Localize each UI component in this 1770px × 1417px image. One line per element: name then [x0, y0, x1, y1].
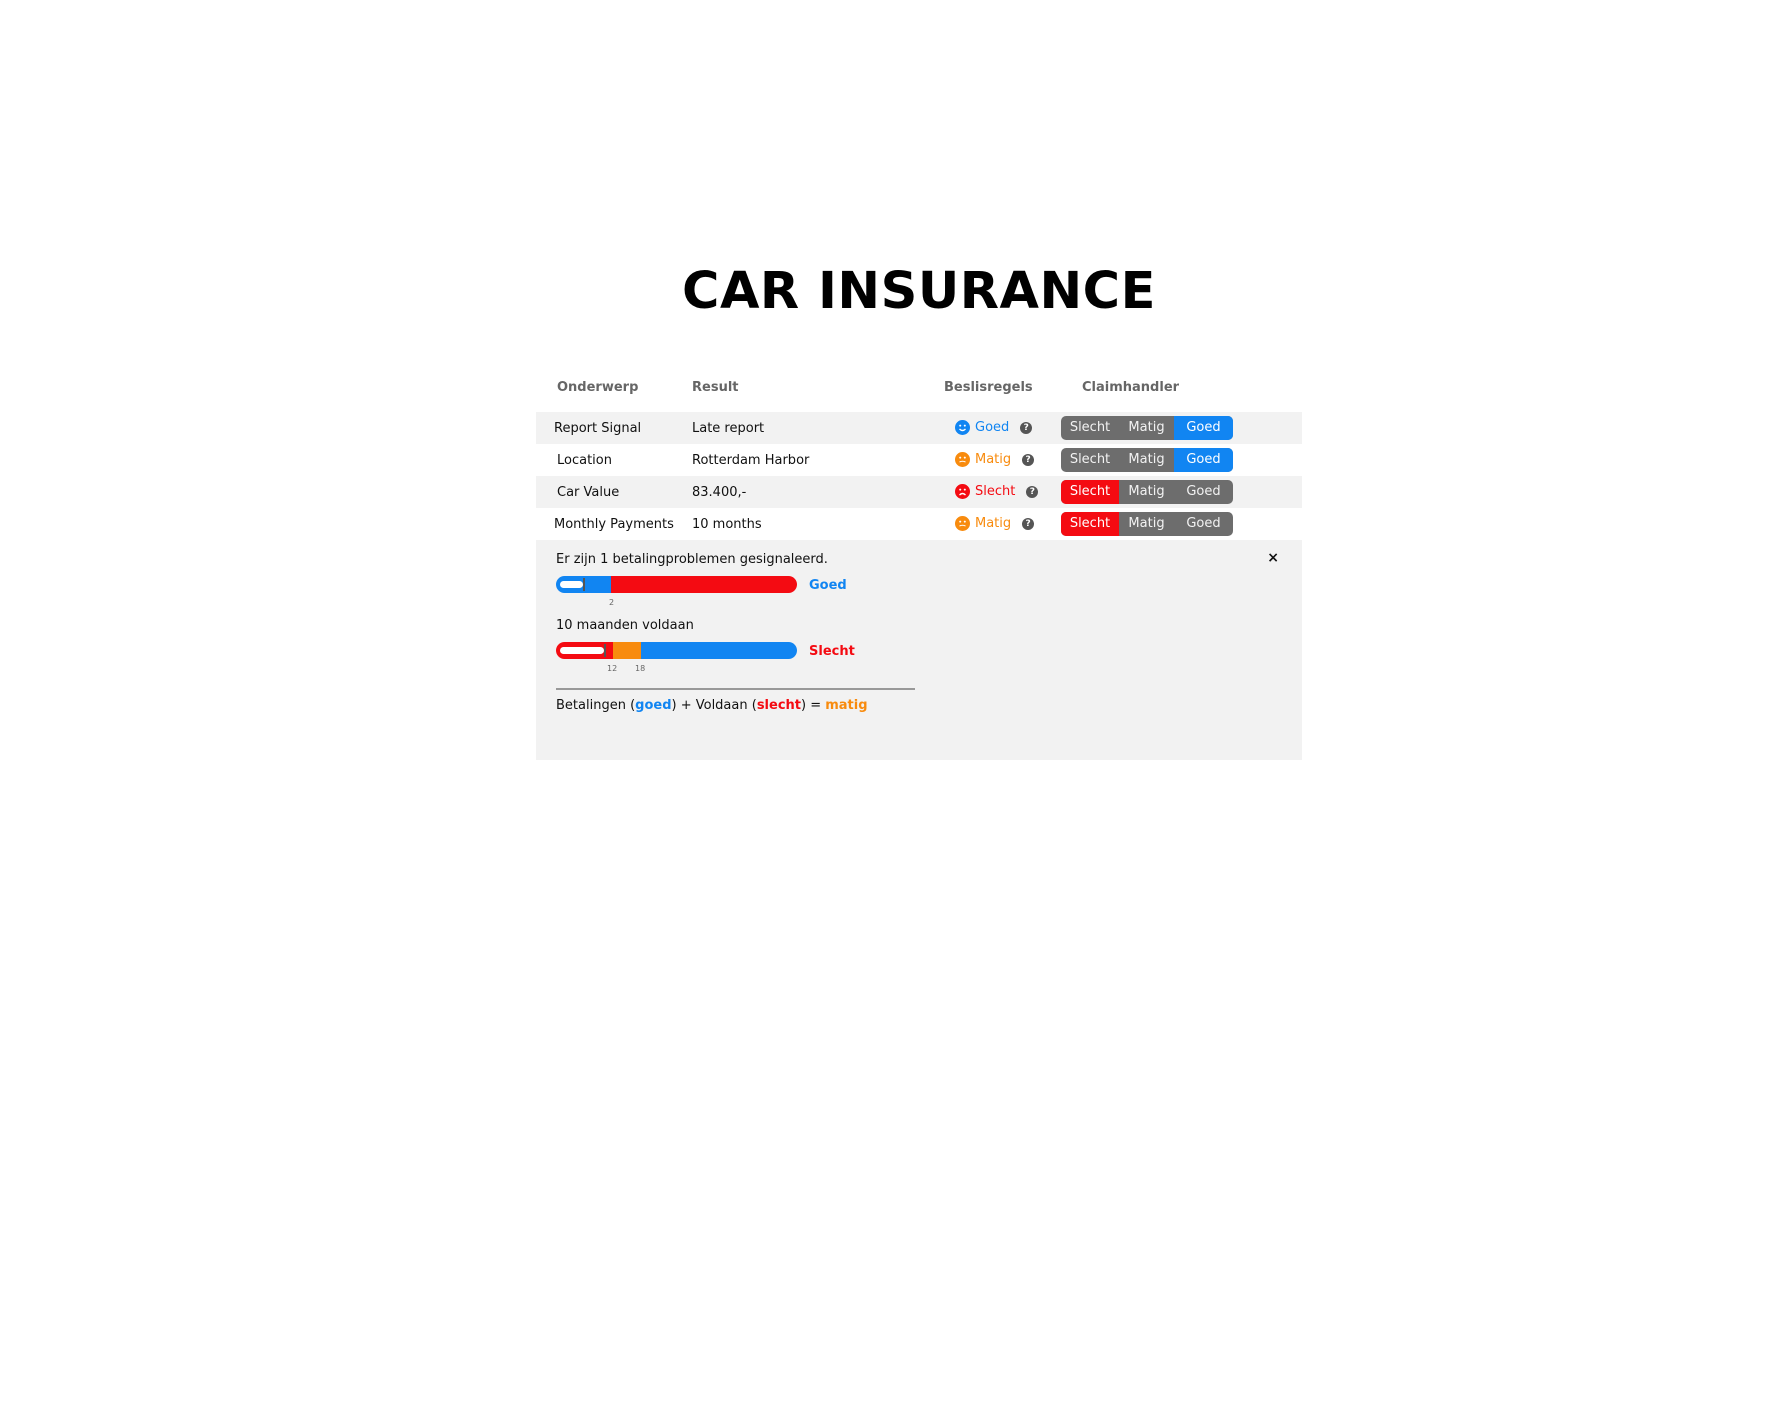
claimhandler-option-goed[interactable]: Goed [1174, 512, 1233, 536]
page-title: CAR INSURANCE [682, 262, 1156, 321]
col-claimhandler: Claimhandler [1082, 380, 1180, 395]
row-result: 10 months [692, 517, 762, 532]
rule-label: Goed [975, 420, 1010, 435]
voldaan-tick-high: 18 [635, 664, 646, 673]
claimhandler-option-goed[interactable]: Goed [1174, 416, 1233, 440]
col-onderwerp: Onderwerp [557, 380, 639, 395]
close-icon[interactable]: × [1267, 550, 1279, 566]
payments-slider-handle[interactable] [583, 578, 585, 591]
claimhandler-option-matig[interactable]: Matig [1119, 416, 1174, 440]
table-row: Location Rotterdam Harbor Matig? Slecht Mati… [536, 444, 1302, 476]
payments-bar[interactable] [556, 576, 797, 593]
row-result: Rotterdam Harbor [692, 453, 810, 468]
voldaan-result: Slecht [809, 644, 855, 659]
neutral-face-icon [955, 452, 970, 467]
formula-voldaan-value: slecht [756, 698, 801, 713]
help-icon[interactable]: ? [1022, 517, 1035, 530]
row-rule: Matig? [955, 516, 1035, 531]
table-row: Car Value 83.400,- Slecht? Slecht Matig Goed [536, 476, 1302, 508]
help-icon[interactable]: ? [1022, 453, 1035, 466]
rule-label: Matig [975, 516, 1012, 531]
payments-threshold-tick: 2 [609, 598, 615, 607]
claimhandler-toggle: Slecht Matig Goed [1061, 448, 1233, 472]
payments-text: Er zijn 1 betalingproblemen gesignaleerd… [556, 552, 828, 567]
help-icon[interactable]: ? [1020, 421, 1033, 434]
insurance-panel: Onderwerp Result Beslisregels Claimhandl… [536, 372, 1302, 760]
voldaan-bar-good [641, 642, 797, 659]
claimhandler-toggle: Slecht Matig Goed [1061, 480, 1233, 504]
happy-face-icon [955, 420, 970, 435]
voldaan-bar[interactable] [556, 642, 797, 659]
claimhandler-option-matig[interactable]: Matig [1119, 448, 1174, 472]
table-row: Monthly Payments 10 months Matig? Slecht Mat… [536, 508, 1302, 540]
formula: Betalingen (goed) + Voldaan (slecht) = m… [556, 698, 868, 713]
row-subject: Car Value [557, 485, 620, 500]
detail-panel: × Er zijn 1 betalingproblemen gesignalee… [536, 540, 1302, 760]
voldaan-bar-medium [613, 642, 641, 659]
claimhandler-option-goed[interactable]: Goed [1174, 448, 1233, 472]
payments-result: Goed [809, 578, 847, 593]
row-subject: Report Signal [554, 421, 642, 436]
rule-label: Matig [975, 452, 1012, 467]
claimhandler-option-slecht[interactable]: Slecht [1061, 480, 1119, 504]
table-row: Report Signal Late report Goed? Slecht Matig… [536, 412, 1302, 444]
voldaan-text: 10 maanden voldaan [556, 618, 694, 633]
claimhandler-option-goed[interactable]: Goed [1174, 480, 1233, 504]
row-subject: Location [557, 453, 612, 468]
payments-slider-fill [560, 581, 583, 588]
voldaan-slider-fill [560, 647, 604, 654]
formula-text: Betalingen ( [556, 698, 636, 713]
row-rule: Matig? [955, 452, 1035, 467]
row-rule: Slecht? [955, 484, 1039, 499]
formula-text: ) = [801, 698, 826, 713]
formula-result-value: matig [825, 698, 868, 713]
table-header: Onderwerp Result Beslisregels Claimhandl… [536, 372, 1302, 412]
formula-text: ) + Voldaan ( [671, 698, 757, 713]
claimhandler-option-slecht[interactable]: Slecht [1061, 448, 1119, 472]
claimhandler-toggle: Slecht Matig Goed [1061, 416, 1233, 440]
row-rule: Goed? [955, 420, 1033, 435]
claimhandler-option-matig[interactable]: Matig [1119, 480, 1174, 504]
row-result: 83.400,- [692, 485, 747, 500]
col-beslisregels: Beslisregels [944, 380, 1033, 395]
payments-bar-bad [611, 576, 797, 593]
neutral-face-icon [955, 516, 970, 531]
help-icon[interactable]: ? [1026, 485, 1039, 498]
col-result: Result [692, 380, 739, 395]
row-result: Late report [692, 421, 765, 436]
claimhandler-option-slecht[interactable]: Slecht [1061, 512, 1119, 536]
sad-face-icon [955, 484, 970, 499]
claimhandler-option-slecht[interactable]: Slecht [1061, 416, 1119, 440]
voldaan-slider-handle[interactable] [604, 644, 606, 657]
row-subject: Monthly Payments [554, 517, 674, 532]
divider [556, 688, 915, 690]
voldaan-tick-low: 12 [607, 664, 618, 673]
table-body: Report Signal Late report Goed? Slecht Matig… [536, 412, 1302, 540]
rule-label: Slecht [975, 484, 1016, 499]
claimhandler-toggle: Slecht Matig Goed [1061, 512, 1233, 536]
claimhandler-option-matig[interactable]: Matig [1119, 512, 1174, 536]
formula-betalingen-value: goed [635, 698, 672, 713]
